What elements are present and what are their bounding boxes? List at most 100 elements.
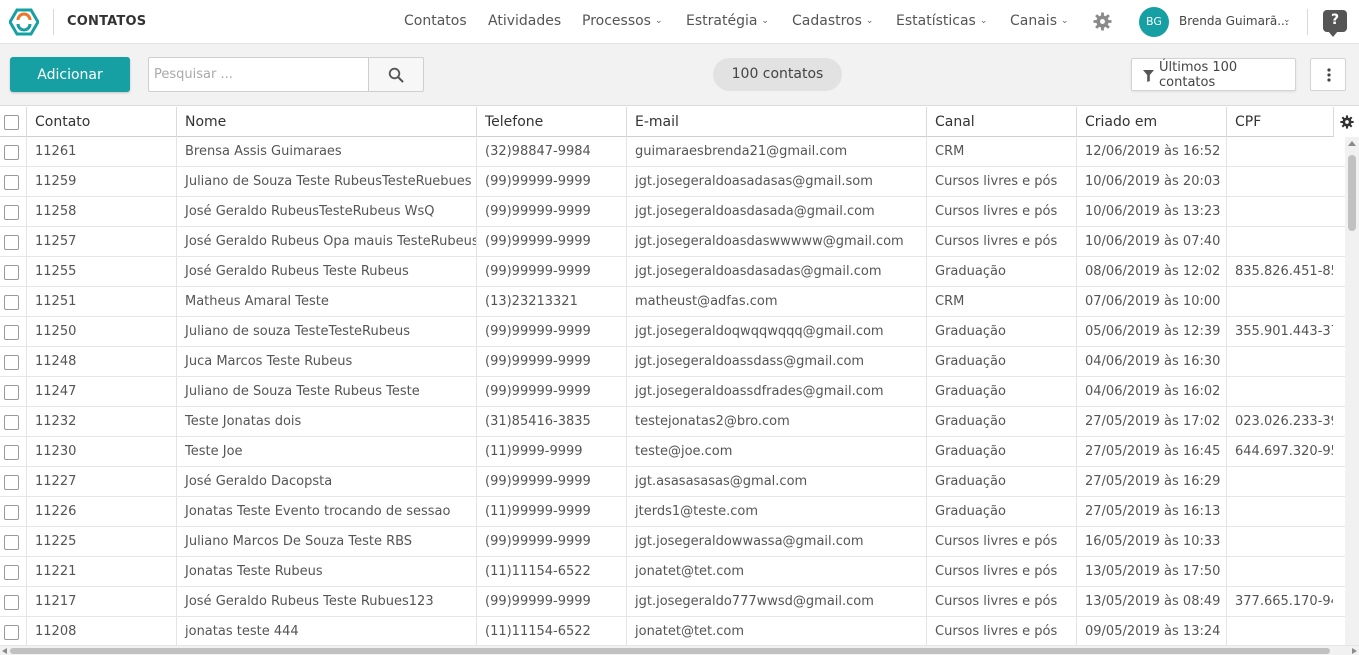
- chevron-down-icon: ⌄: [654, 16, 663, 26]
- table-row[interactable]: 11230 Teste Joe (11)9999-9999 teste@joe.com…: [0, 437, 1345, 467]
- cell-cpf: [1226, 377, 1333, 407]
- table-row[interactable]: 11226 Jonatas Teste Evento trocando de se…: [0, 497, 1345, 527]
- cell-email: jonatet@tet.com: [626, 557, 926, 587]
- cell-criado-em: 08/06/2019 às 12:02: [1076, 257, 1226, 287]
- table-row[interactable]: 11259 Juliano de Souza Teste RubeusTesteR…: [0, 167, 1345, 197]
- cell-cpf: [1226, 167, 1333, 197]
- cell-email: matheust@adfas.com: [626, 287, 926, 317]
- nav-item-label: Estratégia: [686, 13, 758, 29]
- row-checkbox[interactable]: [4, 325, 19, 340]
- column-header-telefone[interactable]: Telefone: [476, 107, 626, 137]
- cell-cpf: 023.026.233-39: [1226, 407, 1333, 437]
- avatar[interactable]: BG: [1139, 7, 1169, 37]
- row-checkbox[interactable]: [4, 445, 19, 460]
- more-options-button[interactable]: [1310, 58, 1346, 91]
- cell-telefone: (99)99999-9999: [476, 317, 626, 347]
- scroll-left-icon[interactable]: [2, 648, 7, 654]
- cell-contato: 11230: [26, 437, 176, 467]
- column-settings-icon: [1340, 115, 1354, 129]
- cell-email: jgt.josegeraldoasdasada@gmail.com: [626, 197, 926, 227]
- column-settings-button[interactable]: [1333, 107, 1359, 137]
- cell-nome: Jonatas Teste Rubeus: [176, 557, 476, 587]
- user-name[interactable]: Brenda Guimarã...: [1179, 14, 1289, 28]
- cell-cpf: [1226, 137, 1333, 167]
- column-header-criado-em[interactable]: Criado em: [1076, 107, 1226, 137]
- row-checkbox[interactable]: [4, 475, 19, 490]
- cell-canal: Graduação: [926, 317, 1076, 347]
- row-checkbox[interactable]: [4, 355, 19, 370]
- column-header-contato[interactable]: Contato: [26, 107, 176, 137]
- horizontal-scrollbar[interactable]: [0, 645, 1359, 655]
- table-row[interactable]: 11225 Juliano Marcos De Souza Teste RBS (9…: [0, 527, 1345, 557]
- row-checkbox[interactable]: [4, 385, 19, 400]
- cell-criado-em: 07/06/2019 às 10:00: [1076, 287, 1226, 317]
- table-row[interactable]: 11251 Matheus Amaral Teste (13)23213321 mat…: [0, 287, 1345, 317]
- table-row[interactable]: 11227 José Geraldo Dacopsta (99)99999-9999…: [0, 467, 1345, 497]
- cell-nome: José Geraldo Rubeus Opa mauis TesteRubeu…: [176, 227, 476, 257]
- row-checkbox[interactable]: [4, 565, 19, 580]
- table-row[interactable]: 11247 Juliano de Souza Teste Rubeus Teste…: [0, 377, 1345, 407]
- column-header-canal[interactable]: Canal: [926, 107, 1076, 137]
- cell-nome: Jonatas Teste Evento trocando de sessao: [176, 497, 476, 527]
- filter-button[interactable]: Últimos 100 contatos: [1131, 58, 1296, 91]
- cell-nome: José Geraldo RubeusTesteRubeus WsQ: [176, 197, 476, 227]
- cell-telefone: (11)9999-9999: [476, 437, 626, 467]
- row-checkbox[interactable]: [4, 205, 19, 220]
- nav-item-canais[interactable]: Canais ⌄: [1010, 13, 1069, 29]
- vertical-scrollbar[interactable]: [1345, 137, 1359, 645]
- row-checkbox[interactable]: [4, 235, 19, 250]
- row-checkbox[interactable]: [4, 535, 19, 550]
- nav-item-estatisticas[interactable]: Estatísticas ⌄: [896, 13, 987, 29]
- row-checkbox[interactable]: [4, 415, 19, 430]
- row-checkbox[interactable]: [4, 595, 19, 610]
- table-row[interactable]: 11248 Juca Marcos Teste Rubeus (99)99999-9…: [0, 347, 1345, 377]
- cell-cpf: [1226, 527, 1333, 557]
- select-all-checkbox[interactable]: [4, 115, 19, 130]
- table-row[interactable]: 11258 José Geraldo RubeusTesteRubeus WsQ(…: [0, 197, 1345, 227]
- row-checkbox[interactable]: [4, 625, 19, 640]
- chevron-down-icon: ⌄: [761, 16, 769, 26]
- scrollbar-thumb[interactable]: [10, 648, 1330, 654]
- search-button[interactable]: [368, 57, 424, 92]
- cell-email: jgt.josegeraldoassdfrades@gmail.com: [626, 377, 926, 407]
- row-checkbox[interactable]: [4, 145, 19, 160]
- table-row[interactable]: 11250 Juliano de souza TesteTesteRubeus (9…: [0, 317, 1345, 347]
- nav-item-estrategia[interactable]: Estratégia ⌄: [686, 13, 769, 29]
- scroll-right-icon[interactable]: [1352, 648, 1357, 654]
- help-icon[interactable]: ?: [1323, 10, 1347, 37]
- table-row[interactable]: 11257 José Geraldo Rubeus Opa mauis Teste…: [0, 227, 1345, 257]
- nav-item-processos[interactable]: Processos ⌄: [582, 13, 663, 29]
- cell-contato: 11217: [26, 587, 176, 617]
- nav-item-contatos[interactable]: Contatos: [404, 13, 467, 29]
- search-input[interactable]: [148, 57, 368, 92]
- table-row[interactable]: 11208 jonatas teste 444 (11)11154-6522 jona…: [0, 617, 1345, 645]
- add-contact-button[interactable]: Adicionar: [10, 57, 130, 92]
- table-row[interactable]: 11217 José Geraldo Rubeus Teste Rubues123…: [0, 587, 1345, 617]
- chevron-down-icon[interactable]: ⌄: [1283, 15, 1291, 25]
- scrollbar-thumb[interactable]: [1348, 155, 1356, 231]
- table-row[interactable]: 11232 Teste Jonatas dois (31)85416-3835 tes…: [0, 407, 1345, 437]
- column-header-cpf[interactable]: CPF: [1226, 107, 1333, 137]
- table-row[interactable]: 11261 Brensa Assis Guimaraes (32)98847-998…: [0, 137, 1345, 167]
- cell-nome: Teste Joe: [176, 437, 476, 467]
- cell-email: jgt.josegeraldoqwqqwqqq@gmail.com: [626, 317, 926, 347]
- column-header-email[interactable]: E-mail: [626, 107, 926, 137]
- row-checkbox[interactable]: [4, 265, 19, 280]
- table-row[interactable]: 11255 José Geraldo Rubeus Teste Rubeus (99…: [0, 257, 1345, 287]
- row-checkbox[interactable]: [4, 175, 19, 190]
- scroll-up-icon[interactable]: [1348, 141, 1356, 146]
- nav-item-atividades[interactable]: Atividades: [488, 13, 561, 29]
- cell-criado-em: 27/05/2019 às 16:29: [1076, 467, 1226, 497]
- cell-cpf: [1226, 227, 1333, 257]
- cell-telefone: (99)99999-9999: [476, 527, 626, 557]
- cell-telefone: (32)98847-9984: [476, 137, 626, 167]
- nav-item-cadastros[interactable]: Cadastros ⌄: [792, 13, 873, 29]
- gear-icon[interactable]: [1093, 12, 1112, 31]
- row-checkbox[interactable]: [4, 295, 19, 310]
- cell-contato: 11261: [26, 137, 176, 167]
- logo-icon[interactable]: [9, 8, 39, 36]
- row-checkbox[interactable]: [4, 505, 19, 520]
- column-header-nome[interactable]: Nome: [176, 107, 476, 137]
- table-row[interactable]: 11221 Jonatas Teste Rubeus (11)11154-6522 j…: [0, 557, 1345, 587]
- cell-telefone: (99)99999-9999: [476, 167, 626, 197]
